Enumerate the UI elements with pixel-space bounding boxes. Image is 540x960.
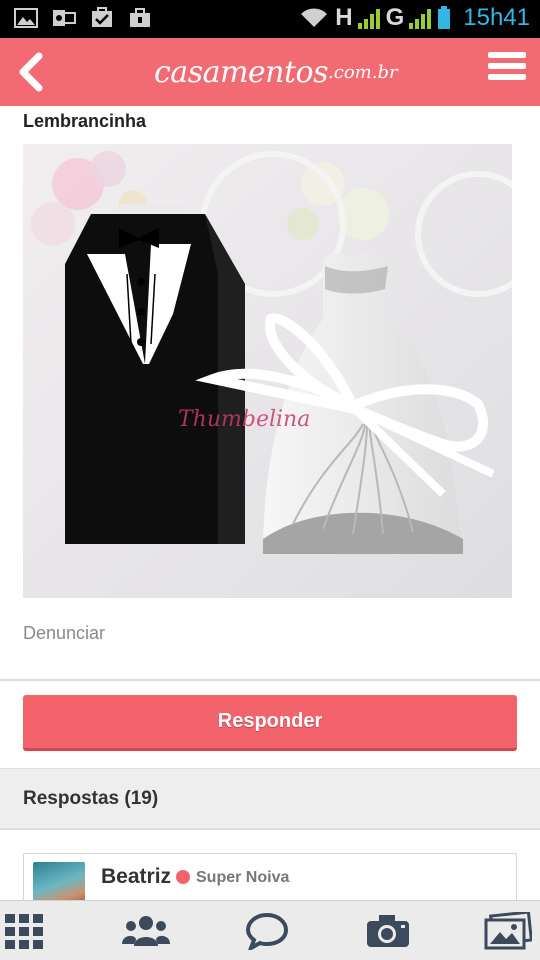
nav-grid-button[interactable] [0,909,48,953]
nav-chat-button[interactable] [243,909,291,953]
user-rank: Super Noiva [196,869,290,886]
status-bar: H G 15h41 [0,0,540,38]
nav-community-button[interactable] [122,909,170,953]
watermark-text: Thumbelina [178,407,310,432]
chevron-left-icon [19,52,43,92]
bottom-navigation [0,900,540,960]
logo-domain: .com.br [328,61,398,83]
casamentos-logo[interactable]: casamentos .com.br [152,44,398,100]
menu-button[interactable] [488,52,526,90]
wifi-icon [301,8,328,27]
user-name[interactable]: Beatriz [101,865,171,889]
logo-wordmark: casamentos [154,54,329,90]
post-title: Lembrancinha [23,111,147,131]
answers-title: Respostas (19) [23,788,159,809]
user-status-dot [176,870,190,884]
nav-camera-button[interactable] [364,909,412,953]
notification-icons [14,7,152,29]
signal-icon-1 [357,7,380,29]
hamburger-menu-icon [488,52,526,58]
app-header: casamentos .com.br [0,38,540,106]
status-indicators: H G 15h41 [299,4,530,32]
gallery-icon [484,912,532,950]
briefcase-notification-icon [130,8,150,27]
community-icon [122,916,170,946]
screen: H G 15h41 casamentos .com.br Lembrancinha [0,0,540,960]
network-type-1: H [335,4,352,31]
task-notification-icon [92,7,112,27]
camera-icon [367,915,409,947]
battery-icon [438,6,451,29]
back-button[interactable] [10,48,50,96]
signal-icon-2 [409,7,432,29]
chat-bubble-icon [245,912,289,950]
post-image[interactable]: Thumbelina [23,144,512,598]
image-notification-icon [14,8,38,28]
report-link[interactable]: Denunciar [23,623,105,644]
network-type-2: G [385,4,405,31]
wedding-favor-boxes-image: Thumbelina [23,144,512,598]
grid-icon [5,914,43,949]
divider [0,679,540,681]
answers-section-header: Respostas (19) [0,768,540,830]
outlook-notification-icon [53,10,76,26]
reply-button[interactable]: Responder [23,695,517,751]
nav-gallery-button[interactable] [484,909,532,953]
clock: 15h41 [463,4,530,31]
